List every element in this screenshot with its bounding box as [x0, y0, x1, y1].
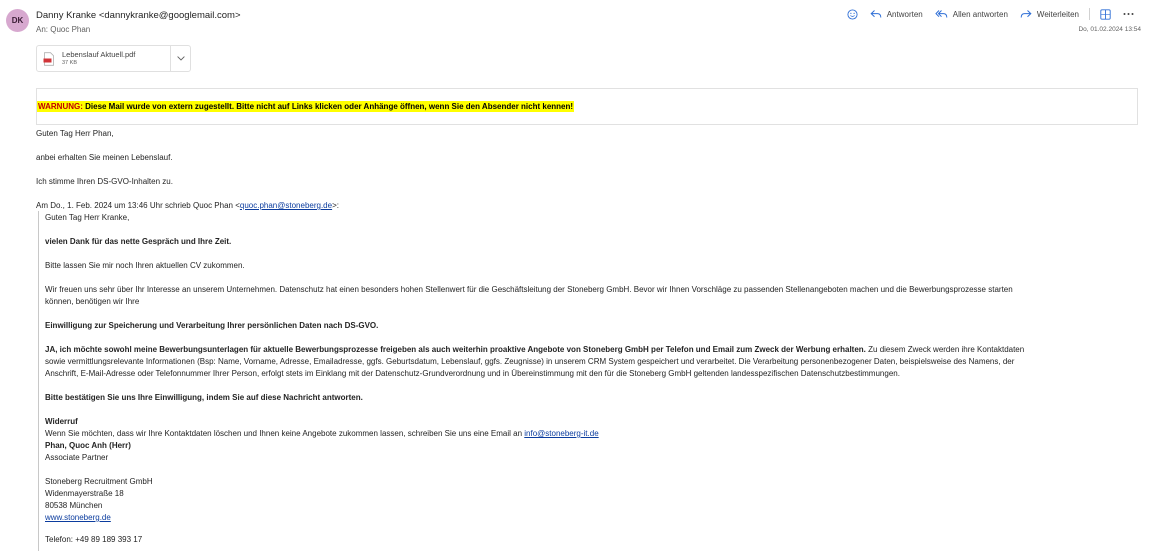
- quote-sender-email-link[interactable]: quoc.phan@stoneberg.de: [240, 201, 332, 210]
- signature-city: 80538 München: [45, 501, 103, 510]
- body-greeting: Guten Tag Herr Phan,: [36, 129, 114, 138]
- message-date: Do, 01.02.2024 13:54: [1078, 26, 1141, 33]
- quoted-widerruf-text: Wenn Sie möchten, dass wir Ihre Kontaktd…: [45, 428, 599, 439]
- forward-icon: [1020, 10, 1032, 18]
- reply-icon: [870, 10, 882, 18]
- warning-prefix: WARNUNG:: [38, 102, 83, 111]
- body-line-consent: Ich stimme Ihren DS-GVO-Inhalten zu.: [36, 177, 173, 186]
- chevron-down-icon: [176, 56, 185, 61]
- quoted-cv-request: Bitte lassen Sie mir noch Ihren aktuelle…: [45, 261, 245, 270]
- quote-border: [38, 211, 39, 551]
- signature-company: Stoneberg Recruitment GmbH: [45, 477, 153, 486]
- reply-all-icon: [935, 10, 948, 18]
- pdf-file-icon: [43, 51, 54, 66]
- body-line-cv: anbei erhalten Sie meinen Lebenslauf.: [36, 153, 173, 162]
- attachment-size: 37 KB: [62, 60, 77, 66]
- grid-view-icon: [1100, 8, 1111, 20]
- emoji-reaction-button[interactable]: [841, 7, 864, 21]
- website-link[interactable]: www.stoneberg.de: [45, 512, 111, 523]
- message-actions-toolbar: Antworten Allen antworten Weiterleiten: [841, 7, 1140, 21]
- forward-button[interactable]: Weiterleiten: [1014, 7, 1085, 21]
- attachment-menu-button[interactable]: [170, 46, 190, 71]
- quoted-consent-line3: Anschrift, E-Mail-Adresse oder Telefonnu…: [45, 369, 900, 378]
- quote-header-prefix: Am Do., 1. Feb. 2024 um 13:46 Uhr schrie…: [36, 201, 240, 210]
- warning-message: Diese Mail wurde von extern zugestellt. …: [82, 102, 574, 111]
- signature-title: Associate Partner: [45, 453, 109, 462]
- signature-name: Phan, Quoc Anh (Herr): [45, 441, 131, 450]
- quoted-privacy-line2: können, benötigen wir Ihre: [45, 297, 140, 306]
- smiley-icon: [847, 8, 858, 20]
- more-options-button[interactable]: [1117, 7, 1140, 21]
- attachment-card[interactable]: Lebenslauf Aktuell.pdf 37 KB: [36, 45, 191, 72]
- signature-phone: Telefon: +49 89 189 393 17: [45, 535, 143, 544]
- quoted-widerruf-heading: Widerruf: [45, 417, 78, 426]
- quote-header: Am Do., 1. Feb. 2024 um 13:46 Uhr schrie…: [36, 200, 339, 211]
- reply-all-button[interactable]: Allen antworten: [929, 7, 1014, 21]
- widerruf-text: Wenn Sie möchten, dass wir Ihre Kontaktd…: [45, 429, 525, 438]
- quoted-confirm: Bitte bestätigen Sie uns Ihre Einwilligu…: [45, 393, 363, 402]
- signature-street: Widenmayerstraße 18: [45, 489, 124, 498]
- immersive-reader-button[interactable]: [1094, 7, 1117, 21]
- forward-label: Weiterleiten: [1036, 9, 1079, 19]
- external-warning-text: WARNUNG: Diese Mail wurde von extern zug…: [37, 101, 575, 112]
- reply-label: Antworten: [886, 9, 923, 19]
- sender-name[interactable]: Danny Kranke <dannykranke@googlemail.com…: [36, 10, 241, 21]
- quoted-thanks: vielen Dank für das nette Gespräch und I…: [45, 237, 232, 246]
- quoted-privacy-line1: Wir freuen uns sehr über Ihr Interesse a…: [45, 285, 1013, 294]
- quoted-greeting: Guten Tag Herr Kranke,: [45, 213, 130, 222]
- recipient-line: An: Quoc Phan: [36, 25, 91, 34]
- toolbar-divider: [1089, 8, 1090, 20]
- quote-header-suffix: >:: [332, 201, 339, 210]
- quoted-consent-heading: Einwilligung zur Speicherung und Verarbe…: [45, 321, 379, 330]
- quoted-consent-rest: Zu diesem Zweck werden ihre Kontaktdaten: [865, 345, 1025, 354]
- info-email-link[interactable]: info@stoneberg-it.de: [524, 429, 598, 438]
- reply-button[interactable]: Antworten: [864, 7, 929, 21]
- reply-all-label: Allen antworten: [952, 9, 1008, 19]
- more-dots-icon: [1123, 13, 1134, 15]
- quoted-consent-line2: sowie vermittlungsrelevante Informatione…: [45, 357, 1015, 366]
- sender-avatar[interactable]: DK: [6, 9, 29, 32]
- attachment-name: Lebenslauf Aktuell.pdf: [62, 50, 136, 59]
- quoted-consent-line1: JA, ich möchte sowohl meine Bewerbungsun…: [45, 344, 1024, 355]
- quoted-consent-bold: JA, ich möchte sowohl meine Bewerbungsun…: [45, 345, 866, 354]
